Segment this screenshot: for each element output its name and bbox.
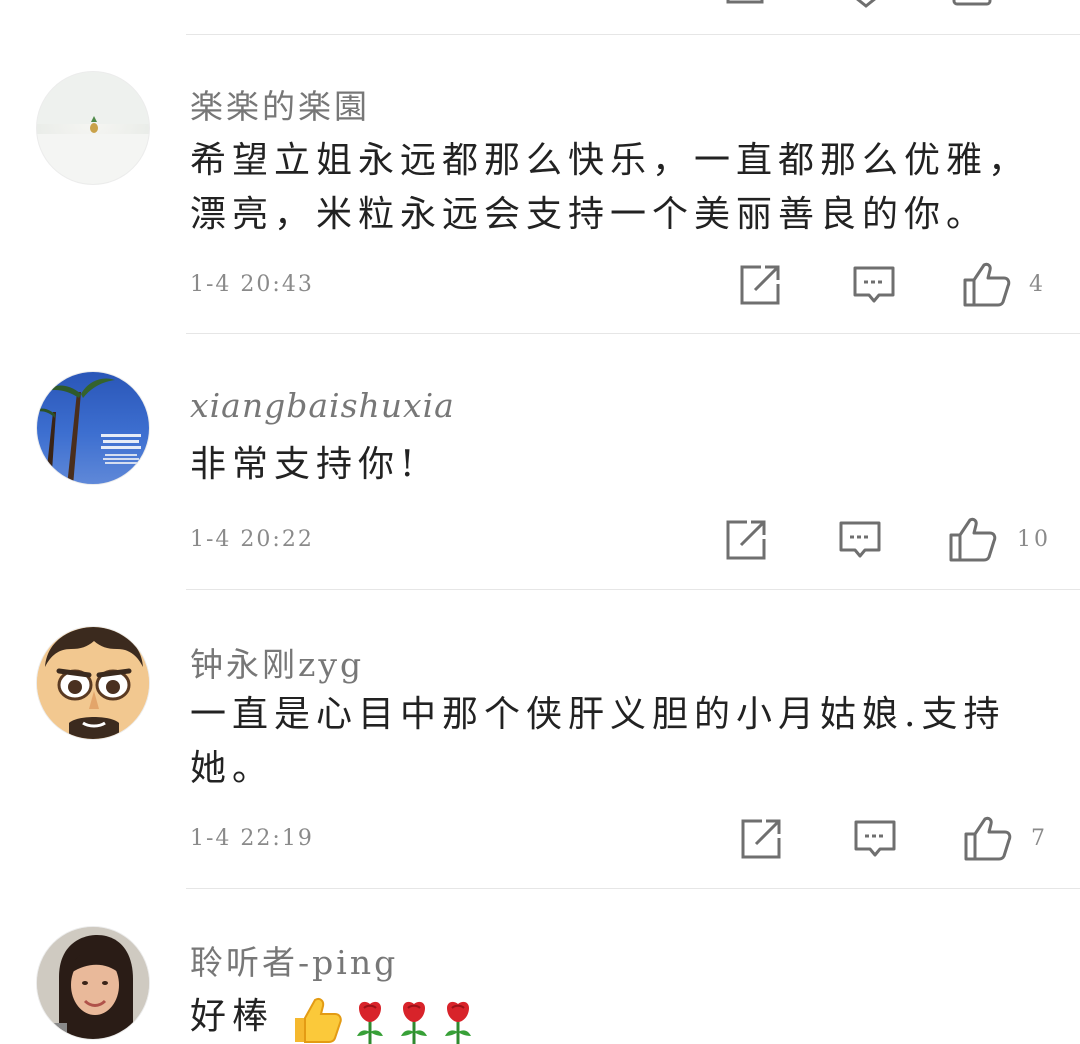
thumbs-up-icon[interactable]: [950, 0, 994, 8]
woman-photo-avatar: [37, 927, 149, 1039]
reply-button[interactable]: [852, 816, 898, 862]
thumbs-up-emoji: [295, 997, 343, 1043]
rose-emoji: [357, 1001, 384, 1044]
comment-time: 1-4 22:19: [190, 826, 314, 851]
reply-icon[interactable]: [846, 0, 886, 8]
share-icon: [726, 520, 766, 560]
username[interactable]: 楽楽的楽園: [190, 80, 370, 128]
emoji-row: [291, 996, 475, 1044]
like-button[interactable]: [962, 260, 1011, 307]
rose-emoji: [401, 1001, 428, 1044]
share-icon: [741, 819, 781, 859]
rose-emoji: [445, 1001, 472, 1044]
comment-text: 好棒: [190, 990, 1050, 1044]
divider: [186, 333, 1080, 334]
cartoon-man-avatar: [37, 627, 149, 739]
like-button[interactable]: [948, 515, 997, 562]
previous-comment-actions: [0, 0, 1080, 8]
reply-button[interactable]: [837, 517, 883, 563]
username[interactable]: 钟永刚zyg: [190, 638, 364, 686]
reply-icon: [853, 266, 895, 303]
divider: [186, 589, 1080, 590]
like-count: 4: [1029, 272, 1046, 297]
comment-text: 一直是心目中那个侠肝义胆的小月姑娘.支持她。: [190, 694, 1006, 789]
username[interactable]: xiangbaishuxia: [190, 386, 455, 425]
thumbs-up-icon: [964, 816, 1012, 861]
divider: [186, 888, 1080, 889]
like-count: 7: [1031, 826, 1048, 851]
avatar[interactable]: [36, 626, 150, 740]
reply-button[interactable]: [851, 262, 897, 308]
pineapple-avatar: [37, 72, 149, 184]
comment-time: 1-4 20:22: [190, 527, 314, 552]
username[interactable]: 聆听者-ping: [190, 936, 398, 984]
like-count: 10: [1017, 527, 1051, 552]
reply-icon: [854, 820, 896, 857]
share-button[interactable]: [737, 262, 783, 308]
comment-text: 非常支持你!: [190, 444, 421, 485]
thumbs-up-icon: [963, 262, 1011, 307]
reply-icon: [839, 521, 881, 558]
avatar[interactable]: [36, 71, 150, 185]
comment-time: 1-4 20:43: [190, 272, 314, 297]
divider: [186, 34, 1080, 35]
comment-text-content: 好棒: [190, 996, 275, 1037]
comment-text: 希望立姐永远都那么快乐，一直都那么优雅，漂亮，米粒永远会支持一个美丽善良的你。: [190, 140, 1031, 235]
palm-tree-avatar: [37, 378, 141, 484]
thumbs-up-icon: [949, 517, 997, 562]
like-button[interactable]: [963, 814, 1012, 861]
share-button[interactable]: [738, 816, 784, 862]
avatar[interactable]: [36, 371, 150, 485]
share-icon: [740, 265, 780, 305]
avatar[interactable]: [36, 926, 150, 1040]
share-icon[interactable]: [724, 0, 768, 8]
share-button[interactable]: [723, 517, 769, 563]
